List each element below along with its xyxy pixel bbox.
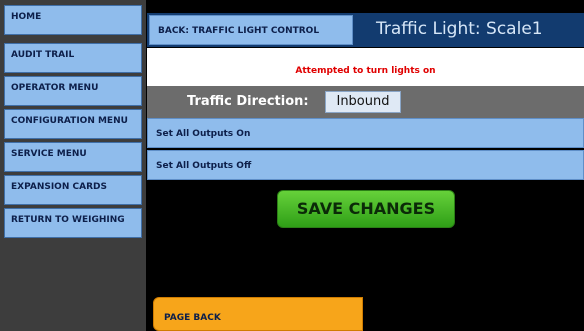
main-panel: BACK: TRAFFIC LIGHT CONTROL Traffic Ligh…: [147, 0, 584, 331]
page-back-button[interactable]: PAGE BACK: [153, 297, 363, 331]
traffic-direction-label: Traffic Direction:: [187, 94, 309, 109]
save-changes-button[interactable]: SAVE CHANGES: [277, 190, 455, 228]
sidebar: HOME AUDIT TRAIL OPERATOR MENU CONFIGURA…: [0, 0, 146, 331]
sidebar-item-audit-trail[interactable]: AUDIT TRAIL: [4, 43, 142, 73]
traffic-direction-row: Traffic Direction: Inbound: [147, 86, 584, 118]
set-all-outputs-on-button[interactable]: Set All Outputs On: [147, 118, 584, 148]
traffic-direction-select[interactable]: Inbound: [325, 91, 401, 113]
sidebar-item-service-menu[interactable]: SERVICE MENU: [4, 142, 142, 172]
set-all-outputs-off-button[interactable]: Set All Outputs Off: [147, 150, 584, 180]
status-message: Attempted to turn lights on: [295, 66, 436, 76]
back-button[interactable]: BACK: TRAFFIC LIGHT CONTROL: [149, 15, 353, 45]
sidebar-item-operator-menu[interactable]: OPERATOR MENU: [4, 76, 142, 106]
sidebar-item-configuration-menu[interactable]: CONFIGURATION MENU: [4, 109, 142, 139]
sidebar-item-home[interactable]: HOME: [4, 5, 142, 35]
sidebar-item-expansion-cards[interactable]: EXPANSION CARDS: [4, 175, 142, 205]
status-bar: Attempted to turn lights on: [147, 48, 584, 86]
header-bar: BACK: TRAFFIC LIGHT CONTROL Traffic Ligh…: [147, 13, 584, 47]
page-title: Traffic Light: Scale1: [376, 19, 543, 39]
sidebar-item-return-to-weighing[interactable]: RETURN TO WEIGHING: [4, 208, 142, 238]
